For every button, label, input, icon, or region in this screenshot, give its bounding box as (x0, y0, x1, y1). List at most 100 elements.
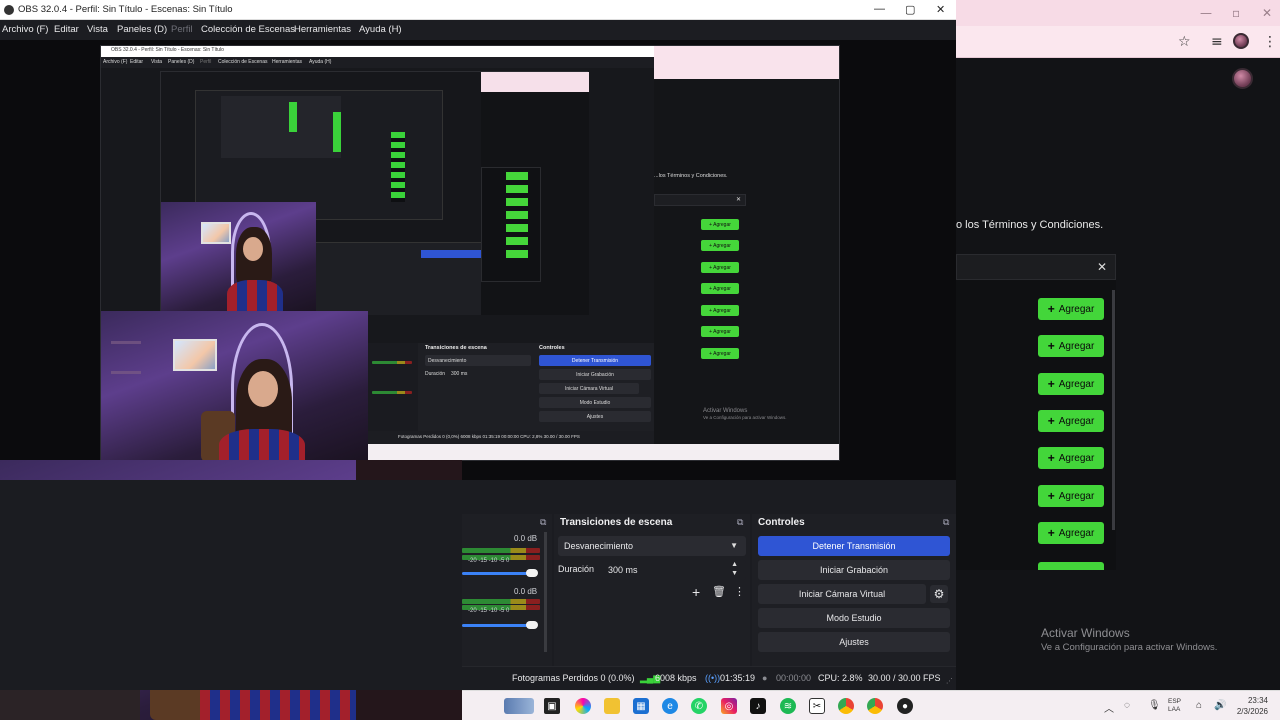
start-recording-button[interactable]: Iniciar Grabación (758, 560, 950, 580)
nested-duracion-label: Duración (425, 371, 446, 377)
maximize-icon[interactable]: ▫ (1232, 6, 1240, 20)
spinner-arrows-icon[interactable]: ▲ ▼ (731, 560, 738, 578)
maximize-icon[interactable]: ▢ (905, 3, 915, 16)
nested-terms-text: ...los Términos y Condiciones. (654, 173, 728, 179)
browser-address-bar[interactable] (956, 26, 1280, 58)
add-transition-icon[interactable]: + (692, 584, 700, 600)
network-icon[interactable]: ⌂ (1196, 700, 1202, 711)
edge-icon[interactable]: e (662, 698, 678, 714)
volume-icon[interactable]: 🔊 (1214, 700, 1226, 711)
nested-duracion-value: 300 ms (451, 371, 468, 377)
plus-icon: + (1047, 339, 1055, 353)
browser-menu-icon[interactable]: ⋮ (1263, 34, 1277, 50)
capcut-icon[interactable]: ✂ (809, 698, 825, 714)
agregar-button[interactable]: + Agregar (1038, 522, 1104, 544)
agregar-button[interactable]: + Agregar (1038, 298, 1104, 320)
mixer-scrollbar[interactable] (544, 532, 547, 652)
tray-overflow-chevron-icon[interactable]: ︿ (1104, 700, 1114, 715)
nested-agregar-7: + Agregar (701, 348, 739, 359)
start-virtual-camera-button[interactable]: Iniciar Cámara Virtual (758, 584, 926, 604)
menu-archivo[interactable]: Archivo (F) (2, 24, 48, 35)
chrome-icon[interactable] (838, 698, 854, 714)
copilot-icon[interactable] (575, 698, 591, 714)
bookmark-star-icon[interactable]: ☆ (1178, 34, 1191, 50)
delete-transition-icon[interactable]: 🗑 (712, 585, 726, 598)
clock-date: 2/3/2026 (1236, 707, 1268, 716)
menu-paneles[interactable]: Paneles (D) (117, 24, 167, 35)
stop-streaming-button[interactable]: Detener Transmisión (758, 536, 950, 556)
tray-app-icon[interactable]: ◌ (1124, 700, 1130, 711)
menu-ayuda[interactable]: Ayuda (H) (359, 24, 402, 35)
audio-scale-2: -20 -15 -10 -5 0 (468, 608, 510, 614)
microsoft-store-icon[interactable]: ▦ (633, 698, 649, 714)
nested-titlebar: OBS 32.0.4 - Perfil: Sin Título - Escena… (101, 46, 654, 57)
menu-herramientas[interactable]: Herramientas (294, 24, 351, 35)
menu-vista[interactable]: Vista (87, 24, 108, 35)
tiktok-icon[interactable]: ♪ (750, 698, 766, 714)
profile-avatar-icon[interactable] (1233, 33, 1249, 49)
nested-browser-bar (654, 46, 839, 79)
nested-menubar: Archivo (F) Editar Vista Paneles (D) Per… (101, 57, 654, 68)
spotify-icon[interactable]: ≋ (780, 698, 796, 714)
whatsapp-icon[interactable]: ✆ (691, 698, 707, 714)
page-avatar-icon[interactable] (1232, 68, 1253, 89)
obs-statusbar: Fotogramas Perdidos 0 (0.0%) ▂▄▆ 6008 kb… (462, 666, 956, 690)
browser-tab-bar: — ▫ ✕ (956, 0, 1280, 26)
mixer-undock-icon[interactable]: ⧉ (540, 517, 546, 528)
menu-coleccion-escenas[interactable]: Colección de Escenas (201, 24, 295, 35)
resize-grip-icon[interactable]: ⋰ (946, 677, 953, 685)
chevron-down-icon: ▼ (730, 541, 738, 550)
volume-slider-1[interactable] (462, 572, 532, 575)
list-scrollbar[interactable] (1112, 290, 1115, 530)
plus-icon: + (1047, 489, 1055, 503)
agregar-button[interactable]: + Agregar (1038, 373, 1104, 395)
nested-menu-vista: Vista (151, 59, 163, 65)
close-icon[interactable]: ✕ (936, 3, 945, 16)
virtual-camera-settings-gear-icon[interactable]: ⚙ (930, 585, 948, 603)
agregar-button[interactable]: + Agregar (1038, 447, 1104, 469)
task-view-icon[interactable]: ▣ (544, 698, 560, 714)
transition-select[interactable]: Desvanecimiento ▼ (558, 536, 746, 556)
volume-knob-2[interactable] (526, 621, 538, 629)
modal-close-icon[interactable]: ✕ (1097, 260, 1107, 274)
settings-button[interactable]: Ajustes (758, 632, 950, 652)
duration-spinbox[interactable]: 300 ms ▲ ▼ (602, 560, 746, 580)
clock-time: 23:34 (1247, 696, 1268, 705)
terms-text: o los Términos y Condiciones. (956, 219, 1104, 231)
minimize-icon[interactable]: — (874, 3, 885, 15)
agregar-button[interactable]: + Agregar (1038, 485, 1104, 507)
clock[interactable]: 23:34 2/3/2026 (1237, 695, 1268, 717)
obs-taskbar-icon[interactable]: ● (897, 698, 913, 714)
plus-icon: + (1047, 302, 1055, 316)
controls-undock-icon[interactable]: ⧉ (943, 517, 949, 528)
file-explorer-icon[interactable] (604, 698, 620, 714)
nested-detener-button: Detener Transmisión (539, 355, 651, 366)
agregar-button-clipped[interactable] (1038, 562, 1104, 570)
transitions-undock-icon[interactable]: ⧉ (737, 517, 743, 528)
activate-windows-watermark: Activar Windows Ve a Configuración para … (1041, 626, 1217, 653)
volume-knob-1[interactable] (526, 569, 538, 577)
nested-agregar-5: + Agregar (701, 305, 739, 316)
input-language[interactable]: ESP LAA (1168, 698, 1181, 714)
agregar-label: Agregar (1058, 303, 1095, 315)
obs-logo-icon (4, 5, 14, 15)
instagram-icon[interactable]: ◎ (721, 698, 737, 714)
menu-editar[interactable]: Editar (54, 24, 79, 35)
nested-statusbar: Fotogramas Perdidos 0 (0,0%) 6008 kbps 0… (368, 431, 654, 444)
audio-mixer-dock: ⧉ 0.0 dB -20 -15 -10 -5 0 0.0 dB -20 -15… (462, 514, 552, 666)
agregar-button[interactable]: + Agregar (1038, 335, 1104, 357)
search-widget-icon[interactable] (504, 698, 534, 714)
close-icon[interactable]: ✕ (1262, 6, 1272, 20)
nested-agregar-2: + Agregar (701, 240, 739, 251)
transition-selected-value: Desvanecimiento (564, 541, 634, 551)
tab-search-icon[interactable]: ≡ (1211, 34, 1223, 50)
transition-more-icon[interactable]: ⋮ (734, 585, 745, 598)
menu-perfil[interactable]: Perfil (171, 24, 193, 35)
volume-slider-2[interactable] (462, 624, 532, 627)
studio-mode-button[interactable]: Modo Estudio (758, 608, 950, 628)
nested-menu-paneles: Paneles (D) (168, 59, 195, 65)
microphone-icon[interactable]: 🎙 (1148, 700, 1161, 711)
minimize-icon[interactable]: — (1200, 6, 1212, 20)
agregar-button[interactable]: + Agregar (1038, 410, 1104, 432)
chrome-profile-icon[interactable] (867, 698, 883, 714)
